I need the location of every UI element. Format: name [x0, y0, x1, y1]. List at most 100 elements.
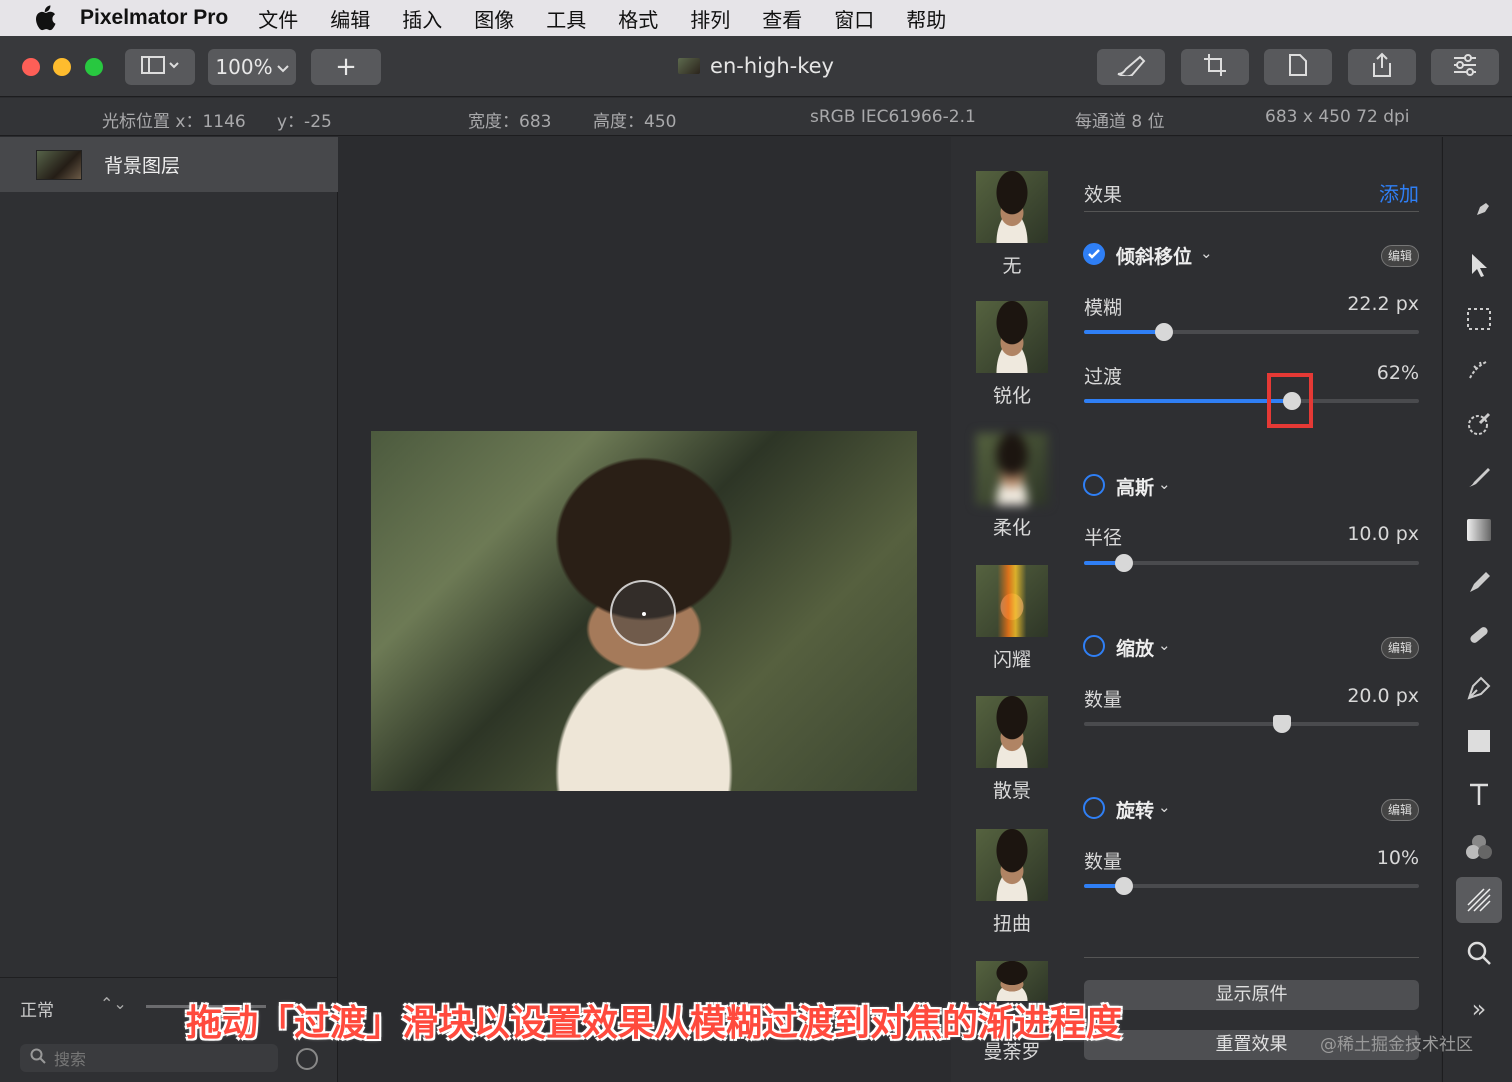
tilt-shift-edit-button[interactable]: 编辑 — [1380, 245, 1419, 267]
transition-value: 62% — [1376, 362, 1419, 384]
menu-help[interactable]: 帮助 — [906, 4, 946, 33]
minimize-button[interactable] — [53, 58, 71, 76]
effect-sharpen[interactable]: 锐化 — [976, 301, 1048, 408]
blend-mode-select[interactable]: 正常 — [20, 996, 54, 1021]
format-button[interactable] — [1264, 49, 1332, 85]
twirl-amount-label: 数量 — [1084, 851, 1123, 873]
effect-thumbnail — [976, 433, 1048, 505]
close-button[interactable] — [22, 58, 40, 76]
quick-select-tool-icon[interactable] — [1459, 351, 1499, 391]
zoom-window-button[interactable] — [85, 58, 103, 76]
document-thumbnail-icon — [678, 58, 701, 74]
sidebar-icon — [140, 55, 180, 80]
tilt-shift-focus-handle[interactable] — [610, 580, 676, 646]
transition-label: 过渡 — [1084, 366, 1123, 388]
effect-thumbnail — [976, 171, 1048, 243]
pen-tool-icon[interactable] — [1459, 668, 1499, 708]
menu-image[interactable]: 图像 — [474, 4, 514, 33]
radius-label: 半径 — [1084, 527, 1123, 549]
shape-tool-icon[interactable] — [1459, 721, 1499, 761]
divider — [1084, 957, 1419, 958]
menu-view[interactable]: 查看 — [762, 4, 802, 33]
paint-tool-icon[interactable] — [1459, 457, 1499, 497]
crop-button[interactable] — [1181, 49, 1249, 85]
expand-tools-icon[interactable]: » — [1459, 989, 1499, 1029]
zoom-edit-button[interactable]: 编辑 — [1380, 637, 1419, 659]
slider-fill — [1084, 399, 1292, 403]
menu-file[interactable]: 文件 — [258, 4, 298, 33]
effect-soften[interactable]: 柔化 — [976, 433, 1048, 540]
menu-edit[interactable]: 编辑 — [330, 4, 370, 33]
twirl-amount-slider[interactable] — [1084, 877, 1419, 895]
effect-distort[interactable]: 扭曲 — [976, 829, 1048, 936]
gaussian-checkbox[interactable] — [1083, 474, 1105, 496]
color-adjust-tool-icon[interactable] — [1459, 404, 1499, 444]
type-tool-icon[interactable] — [1459, 774, 1499, 814]
menu-bar: Pixelmator Pro 文件 编辑 插入 图像 工具 格式 排列 查看 窗… — [0, 0, 1512, 36]
add-layer-button[interactable]: + — [311, 49, 381, 85]
style-tool-icon[interactable] — [1459, 193, 1499, 233]
effect-none[interactable]: 无 — [976, 171, 1048, 278]
radius-slider[interactable] — [1084, 554, 1419, 572]
effect-bokeh[interactable]: 散景 — [976, 696, 1048, 803]
arrange-tool-icon[interactable] — [1459, 245, 1499, 285]
menu-format[interactable]: 格式 — [618, 4, 658, 33]
effects-settings-panel: 效果 添加 倾斜移位 ⌄ 编辑 模糊 22.2 px 过渡 62% 高斯 ⌄ 半… — [1071, 137, 1441, 1082]
zoom-value: 100% — [215, 55, 273, 79]
add-effect-link[interactable]: 添加 — [1379, 178, 1419, 207]
blur-label: 模糊 — [1084, 297, 1123, 319]
zoom-tool-icon[interactable] — [1459, 933, 1499, 973]
slider-knob[interactable] — [1115, 554, 1134, 572]
color-picker-tool-icon[interactable] — [1459, 827, 1499, 867]
transition-slider[interactable] — [1084, 392, 1419, 410]
layer-search-input[interactable]: 搜索 — [20, 1044, 278, 1072]
menu-insert[interactable]: 插入 — [402, 4, 442, 33]
chevron-down-icon[interactable]: ⌄ — [1200, 244, 1213, 262]
tutorial-caption: 拖动「过渡」滑块以设置效果从模糊过渡到对焦的渐进程度 — [186, 1003, 1123, 1044]
sidebar-toggle-button[interactable] — [125, 49, 195, 85]
twirl-edit-button[interactable]: 编辑 — [1380, 799, 1419, 821]
tools-button[interactable] — [1097, 49, 1165, 85]
menu-tools[interactable]: 工具 — [546, 4, 586, 33]
gradient-tool-icon[interactable] — [1459, 510, 1499, 550]
watermark: @稀土掘金技术社区 — [1320, 1035, 1473, 1055]
chevron-down-icon[interactable]: ⌄ — [1158, 475, 1171, 493]
divider — [1084, 211, 1419, 212]
erase-tool-icon[interactable] — [1459, 563, 1499, 603]
app-menu[interactable]: Pixelmator Pro — [80, 6, 228, 30]
slider-knob[interactable] — [1115, 877, 1134, 895]
slider-knob[interactable] — [1272, 715, 1291, 733]
gaussian-name[interactable]: 高斯 — [1116, 473, 1154, 500]
effect-thumbnail — [976, 565, 1048, 637]
slider-knob[interactable] — [1155, 323, 1174, 341]
menu-window[interactable]: 窗口 — [834, 4, 874, 33]
zoom-select[interactable]: 100% — [208, 49, 296, 85]
rect-select-tool-icon[interactable] — [1459, 299, 1499, 339]
filter-icon[interactable] — [296, 1048, 318, 1070]
retouch-tool-icon[interactable] — [1459, 615, 1499, 655]
layers-sidebar: 背景图层 正常 ⌃⌄ 搜索 — [0, 137, 338, 1082]
share-button[interactable] — [1348, 49, 1416, 85]
blur-slider[interactable] — [1084, 323, 1419, 341]
radius-value: 10.0 px — [1347, 523, 1419, 545]
zoom-amount-slider[interactable] — [1084, 715, 1419, 733]
share-icon — [1371, 52, 1393, 83]
focus-center-dot — [642, 612, 646, 616]
twirl-name[interactable]: 旋转 — [1116, 796, 1154, 823]
layer-row[interactable]: 背景图层 — [0, 137, 338, 192]
chevron-down-icon[interactable]: ⌄ — [1158, 798, 1171, 816]
effect-glow[interactable]: 闪耀 — [976, 565, 1048, 672]
zoom-effect-checkbox[interactable] — [1083, 635, 1105, 657]
tools-sidebar: » — [1442, 137, 1512, 1082]
twirl-checkbox[interactable] — [1083, 797, 1105, 819]
apple-icon[interactable] — [30, 3, 60, 33]
adjustments-button[interactable] — [1431, 49, 1499, 85]
menu-arrange[interactable]: 排列 — [690, 4, 730, 33]
canvas-area[interactable] — [339, 137, 950, 1082]
chevron-down-icon[interactable]: ⌄ — [1158, 636, 1171, 654]
tilt-shift-name[interactable]: 倾斜移位 — [1116, 242, 1192, 269]
effects-tool-icon[interactable] — [1456, 877, 1502, 923]
tilt-shift-checkbox[interactable] — [1083, 243, 1105, 265]
zoom-effect-name[interactable]: 缩放 — [1116, 634, 1154, 661]
toolbar: 100% + en-high-key — [0, 36, 1512, 97]
